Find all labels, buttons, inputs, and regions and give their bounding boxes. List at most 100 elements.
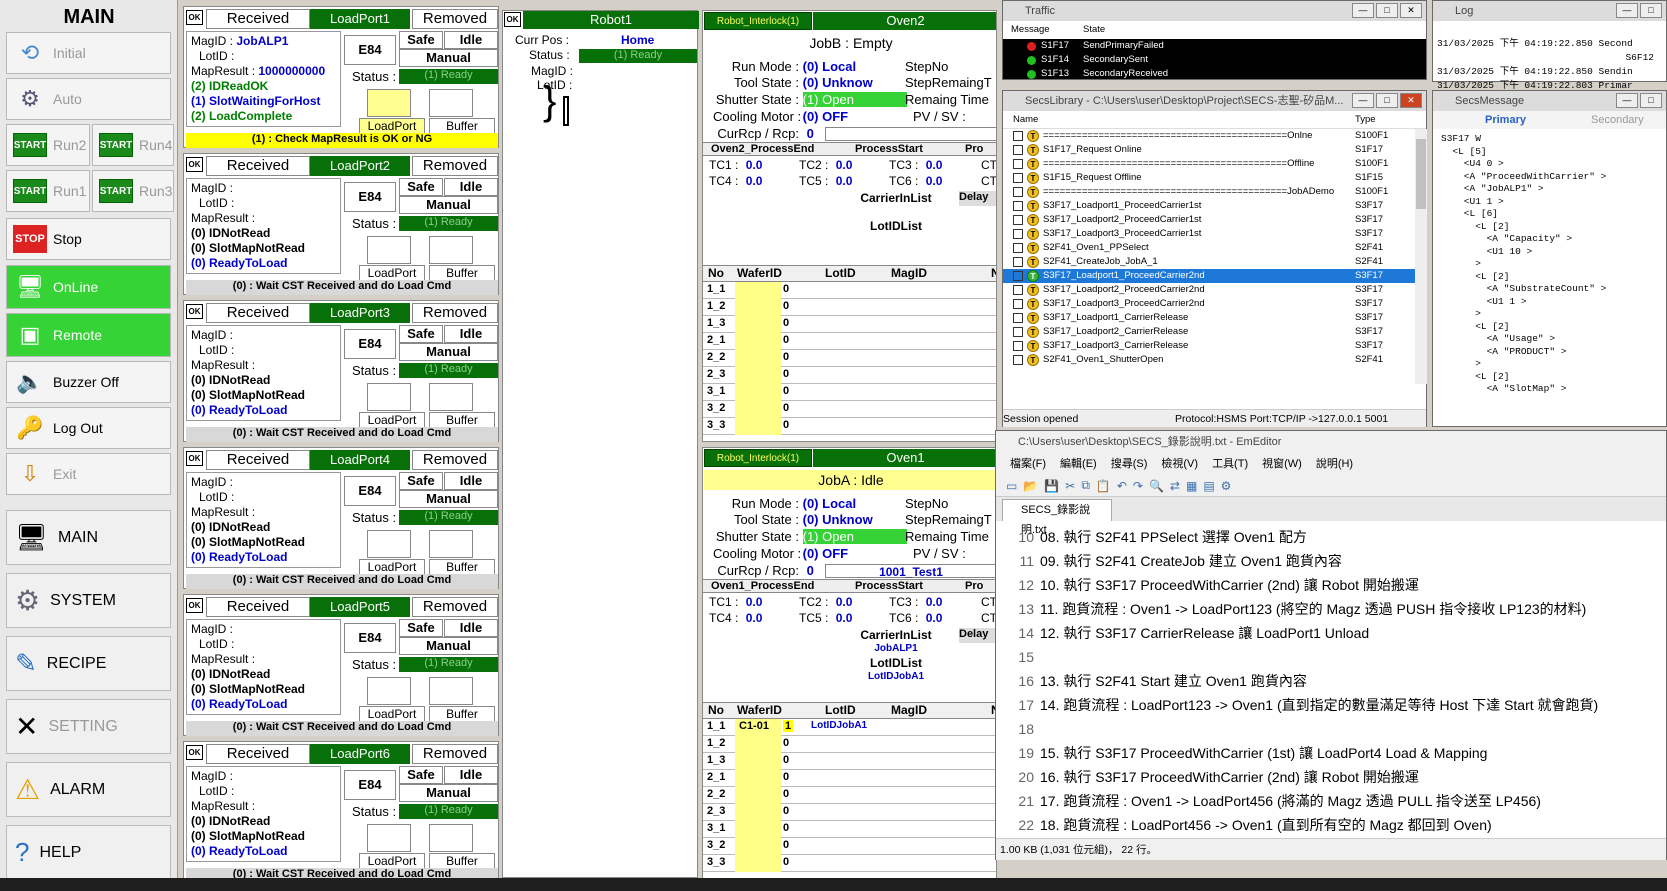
paste-icon[interactable]: 📋 [1096, 479, 1111, 493]
secslib-row[interactable]: T S2F41_CreateJob_JobA_1 S2F41 [1003, 255, 1426, 269]
checkbox[interactable] [1013, 215, 1023, 225]
checkbox[interactable] [1013, 271, 1023, 281]
main-nav-button[interactable]: 🖥 MAIN [6, 510, 171, 565]
buffer-button[interactable]: Buffer [429, 412, 495, 428]
tab-primary[interactable]: Primary [1485, 111, 1526, 129]
received-button[interactable]: Received [206, 9, 310, 29]
editor-menu-item[interactable]: 檢視(V) [1161, 453, 1198, 475]
cut-icon[interactable]: ✂ [1065, 479, 1075, 493]
checkbox[interactable] [1013, 201, 1023, 211]
e84-button[interactable]: E84 [344, 329, 396, 359]
secslib-row[interactable]: T S1F17_Request Online S1F17 [1003, 143, 1426, 157]
loadport-button[interactable]: LoadPort [359, 265, 425, 281]
editor-menu-item[interactable]: 工具(T) [1212, 453, 1248, 475]
open-icon[interactable]: 📂 [1023, 479, 1038, 493]
redo-icon[interactable]: ↷ [1133, 479, 1143, 493]
search-icon[interactable]: 🔍 [1149, 479, 1164, 493]
minimize-icon[interactable]: — [1352, 3, 1374, 18]
secslib-row[interactable]: T ======================================… [1003, 157, 1426, 171]
removed-button[interactable]: Removed [412, 303, 498, 323]
e84-button[interactable]: E84 [344, 35, 396, 65]
close-icon[interactable]: ✕ [1400, 3, 1422, 18]
close-icon[interactable]: ✕ [1400, 93, 1422, 108]
minimize-icon[interactable]: — [1616, 3, 1638, 18]
received-button[interactable]: Received [206, 303, 310, 323]
checkbox[interactable] [1013, 355, 1023, 365]
removed-button[interactable]: Removed [412, 156, 498, 176]
new-file-icon[interactable]: ▭ [1006, 479, 1017, 493]
secslib-row[interactable]: T S2F41_Oven1_PPSelect S2F41 [1003, 241, 1426, 255]
secslib-row[interactable]: T S3F17_Loadport3_ProceedCarrier2nd S3F1… [1003, 297, 1426, 311]
replace-icon[interactable]: ⇄ [1170, 479, 1180, 493]
loadport-button[interactable]: LoadPort [359, 118, 425, 134]
secslib-row[interactable]: T S3F17_Loadport3_CarrierRelease S3F17 [1003, 339, 1426, 353]
online-button[interactable]: 🖥 OnLine [6, 265, 171, 309]
logout-button[interactable]: 🔑 Log Out [6, 407, 171, 449]
maximize-icon[interactable]: □ [1640, 93, 1662, 108]
run2-button[interactable]: START Run2 [6, 124, 90, 166]
traffic-row[interactable]: S1F17 SendPrimaryFailed [1003, 39, 1426, 53]
secslib-row[interactable]: T S3F17_Loadport2_CarrierRelease S3F17 [1003, 325, 1426, 339]
removed-button[interactable]: Removed [412, 450, 498, 470]
view-icon[interactable]: ▦ [1186, 479, 1197, 493]
run4-button[interactable]: START Run4 [92, 124, 174, 166]
e84-button[interactable]: E84 [344, 623, 396, 653]
window-icon[interactable]: ▤ [1203, 479, 1214, 493]
loadport-button[interactable]: LoadPort [359, 412, 425, 428]
maximize-icon[interactable]: □ [1376, 93, 1398, 108]
checkbox[interactable] [1013, 327, 1023, 337]
recipe-nav-button[interactable]: ✎ RECIPE [6, 636, 171, 691]
secslib-row[interactable]: T S3F17_Loadport3_ProceedCarrier1st S3F1… [1003, 227, 1426, 241]
editor-menu-item[interactable]: 視窗(W) [1262, 453, 1302, 475]
checkbox[interactable] [1013, 159, 1023, 169]
e84-button[interactable]: E84 [344, 476, 396, 506]
received-button[interactable]: Received [206, 744, 310, 764]
editor-menu-item[interactable]: 檔案(F) [1010, 453, 1046, 475]
buffer-button[interactable]: Buffer [429, 265, 495, 281]
help-nav-button[interactable]: ? HELP [6, 825, 171, 880]
removed-button[interactable]: Removed [412, 744, 498, 764]
secslib-row[interactable]: T S3F17_Loadport1_CarrierRelease S3F17 [1003, 311, 1426, 325]
checkbox[interactable] [1013, 229, 1023, 239]
checkbox[interactable] [1013, 243, 1023, 253]
secslib-row[interactable]: T S3F17_Loadport2_ProceedCarrier1st S3F1… [1003, 213, 1426, 227]
traffic-row[interactable]: S1F13 SecondaryReceived [1003, 67, 1426, 79]
secslib-row[interactable]: T ======================================… [1003, 185, 1426, 199]
save-icon[interactable]: 💾 [1044, 479, 1059, 493]
run3-button[interactable]: START Run3 [92, 170, 174, 212]
buffer-button[interactable]: Buffer [429, 118, 495, 134]
secslib-row[interactable]: T S1F15_Request Offline S1F15 [1003, 171, 1426, 185]
checkbox[interactable] [1013, 313, 1023, 323]
checkbox[interactable] [1013, 187, 1023, 197]
checkbox[interactable] [1013, 131, 1023, 141]
editor-menu-item[interactable]: 編輯(E) [1060, 453, 1097, 475]
copy-icon[interactable]: ⧉ [1081, 478, 1090, 493]
scrollbar-thumb[interactable] [1416, 139, 1426, 209]
maximize-icon[interactable]: □ [1376, 3, 1398, 18]
checkbox[interactable] [1013, 285, 1023, 295]
editor-tab[interactable]: SECS_錄影說明.txt [1002, 499, 1112, 536]
buzzer-off-button[interactable]: 🔈 Buzzer Off [6, 361, 171, 403]
checkbox[interactable] [1013, 145, 1023, 155]
received-button[interactable]: Received [206, 450, 310, 470]
checkbox[interactable] [1013, 173, 1023, 183]
secslib-row[interactable]: T S3F17_Loadport1_ProceedCarrier2nd S3F1… [1003, 269, 1426, 283]
checkbox[interactable] [1013, 257, 1023, 267]
secslib-scrollbar[interactable] [1415, 129, 1427, 384]
remote-button[interactable]: ▣ Remote [6, 313, 171, 357]
removed-button[interactable]: Removed [412, 597, 498, 617]
checkbox[interactable] [1013, 341, 1023, 351]
loadport-button[interactable]: LoadPort [359, 706, 425, 722]
run1-button[interactable]: START Run1 [6, 170, 90, 212]
secslib-row[interactable]: T S3F17_Loadport1_ProceedCarrier1st S3F1… [1003, 199, 1426, 213]
alarm-nav-button[interactable]: ⚠ ALARM [6, 762, 171, 817]
buffer-button[interactable]: Buffer [429, 706, 495, 722]
e84-button[interactable]: E84 [344, 770, 396, 800]
buffer-button[interactable]: Buffer [429, 853, 495, 869]
traffic-row[interactable]: S1F14 SecondarySent [1003, 53, 1426, 67]
undo-icon[interactable]: ↶ [1117, 479, 1127, 493]
tab-secondary[interactable]: Secondary [1591, 111, 1644, 129]
received-button[interactable]: Received [206, 597, 310, 617]
editor-menu-item[interactable]: 搜尋(S) [1111, 453, 1148, 475]
removed-button[interactable]: Removed [412, 9, 498, 29]
